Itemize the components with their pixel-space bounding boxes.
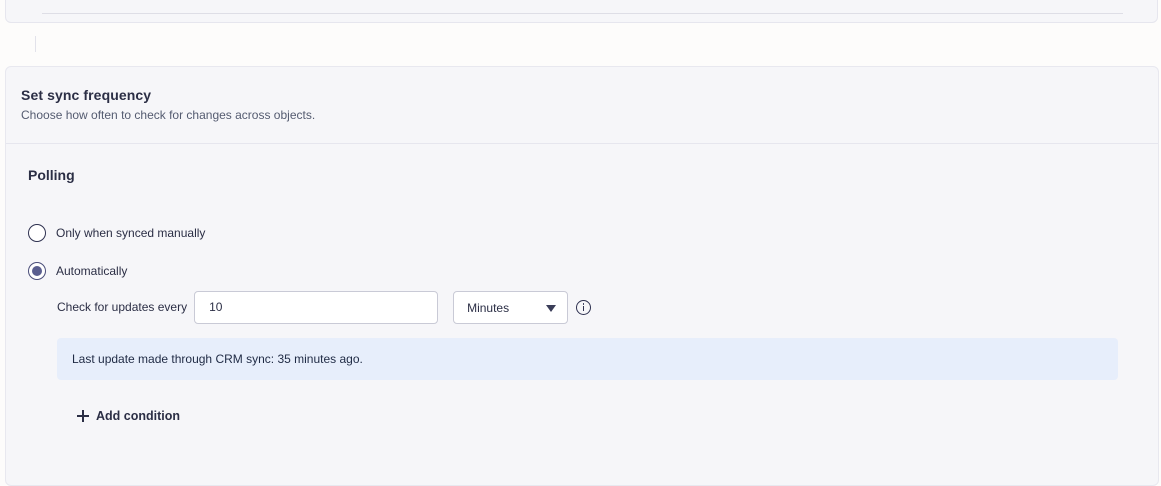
radio-option-automatic[interactable]: Automatically: [28, 262, 127, 280]
sync-frequency-card: Set sync frequency Choose how often to c…: [5, 66, 1159, 486]
radio-selected-dot: [32, 266, 42, 276]
card-title: Set sync frequency: [21, 87, 152, 103]
radio-option-manual[interactable]: Only when synced manually: [28, 224, 205, 242]
add-condition-label: Add condition: [96, 409, 181, 423]
previous-section-card: [5, 0, 1158, 23]
last-update-text: Last update made through CRM sync: 35 mi…: [72, 352, 363, 366]
frequency-label: Check for updates every: [57, 300, 188, 314]
frequency-unit-select[interactable]: Minutes: [453, 290, 569, 324]
last-update-notice: Last update made through CRM sync: 35 mi…: [57, 338, 1118, 380]
radio-button-manual[interactable]: [28, 224, 46, 242]
radio-button-automatic[interactable]: [28, 262, 46, 280]
chevron-down-icon: [546, 304, 557, 312]
plus-icon: [77, 410, 89, 422]
add-condition-button[interactable]: Add condition: [77, 409, 180, 423]
info-icon[interactable]: [576, 299, 592, 315]
card-subtitle: Choose how often to check for changes ac…: [21, 108, 316, 122]
card-header: Set sync frequency Choose how often to c…: [6, 67, 1158, 144]
frequency-input[interactable]: [194, 290, 439, 324]
radio-label-automatic: Automatically: [56, 264, 128, 278]
polling-title: Polling: [28, 167, 75, 183]
frequency-unit-value: Minutes: [467, 300, 510, 315]
divider: [42, 13, 1123, 14]
frequency-row: Check for updates every Minutes: [57, 290, 592, 324]
divider: [35, 36, 36, 52]
radio-label-manual: Only when synced manually: [56, 226, 206, 240]
